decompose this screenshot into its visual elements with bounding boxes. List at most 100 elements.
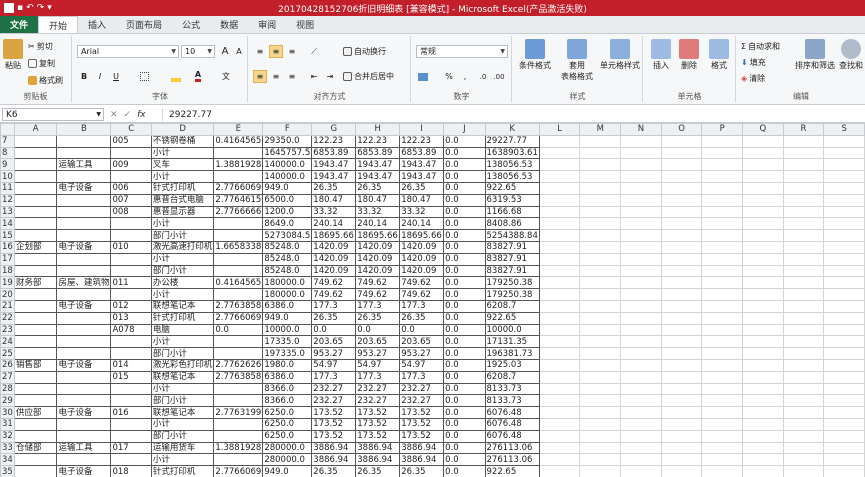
- column-header[interactable]: C: [110, 123, 152, 136]
- column-header[interactable]: E: [213, 123, 264, 136]
- cell[interactable]: 0.0: [443, 335, 486, 349]
- cell[interactable]: 011: [110, 276, 152, 290]
- column-header[interactable]: O: [660, 123, 703, 136]
- cell[interactable]: 26.35: [311, 465, 357, 477]
- cell[interactable]: [782, 394, 825, 408]
- tab-data[interactable]: 数据: [210, 16, 248, 33]
- cell[interactable]: [701, 252, 744, 266]
- row-header[interactable]: 32: [0, 429, 15, 443]
- cell[interactable]: [110, 146, 152, 160]
- cell[interactable]: [56, 429, 112, 443]
- cell[interactable]: 232.27: [355, 394, 401, 408]
- cell[interactable]: 33.32: [399, 205, 445, 219]
- cell[interactable]: 小计: [150, 382, 215, 396]
- cell[interactable]: 177.3: [311, 299, 357, 313]
- font-name-select[interactable]: Arial ▼: [77, 45, 179, 58]
- cell[interactable]: [782, 323, 825, 337]
- cell[interactable]: [701, 441, 744, 455]
- cell[interactable]: [823, 299, 865, 313]
- cell[interactable]: 部门小计: [150, 429, 215, 443]
- cell[interactable]: [742, 311, 784, 325]
- cell[interactable]: [823, 264, 865, 278]
- cell[interactable]: 179250.38: [484, 276, 540, 290]
- increase-decimal-button[interactable]: .0: [476, 70, 490, 83]
- cell[interactable]: [110, 264, 152, 278]
- row-header[interactable]: 28: [0, 382, 15, 396]
- cell[interactable]: [782, 205, 825, 219]
- save-icon[interactable]: ▪: [17, 3, 23, 13]
- cell[interactable]: [782, 299, 825, 313]
- cell[interactable]: [213, 417, 264, 431]
- cell[interactable]: 0.0: [311, 323, 357, 337]
- cell[interactable]: 6250.0: [262, 417, 313, 431]
- cell[interactable]: 0.0: [443, 276, 486, 290]
- insert-cells-button[interactable]: 插入: [648, 39, 674, 71]
- cell[interactable]: 232.27: [399, 394, 445, 408]
- cell[interactable]: 3886.94: [355, 453, 401, 467]
- cell[interactable]: 0.0: [443, 170, 486, 183]
- cell[interactable]: 017: [110, 441, 152, 455]
- cell[interactable]: [56, 335, 112, 349]
- cell[interactable]: [742, 323, 784, 337]
- cell[interactable]: [620, 429, 662, 443]
- cell[interactable]: [213, 264, 264, 278]
- cell[interactable]: 6076.48: [484, 406, 540, 419]
- tab-view[interactable]: 视图: [286, 16, 324, 33]
- cell[interactable]: 10000.0: [262, 323, 313, 337]
- cell[interactable]: [579, 229, 622, 242]
- cell[interactable]: 203.65: [355, 335, 401, 349]
- cell[interactable]: [13, 465, 58, 477]
- cell[interactable]: [782, 347, 825, 360]
- cell[interactable]: [620, 299, 662, 313]
- cell[interactable]: 0.0: [213, 323, 264, 337]
- cell[interactable]: 196381.73: [484, 347, 540, 360]
- cell[interactable]: 0.0: [443, 229, 486, 242]
- cell[interactable]: [660, 205, 703, 219]
- cell[interactable]: [701, 134, 744, 148]
- cell[interactable]: [701, 170, 744, 183]
- cell[interactable]: 2.7763858: [213, 299, 264, 313]
- cell[interactable]: 8366.0: [262, 382, 313, 396]
- cell[interactable]: [538, 146, 581, 160]
- cell[interactable]: 180000.0: [262, 276, 313, 290]
- cell[interactable]: [823, 335, 865, 349]
- cell[interactable]: [782, 382, 825, 396]
- cell[interactable]: [782, 264, 825, 278]
- cell[interactable]: [213, 217, 264, 231]
- cell[interactable]: [56, 146, 112, 160]
- cell[interactable]: [620, 217, 662, 231]
- cell[interactable]: 部门小计: [150, 264, 215, 278]
- cell[interactable]: [742, 170, 784, 183]
- cell[interactable]: 122.23: [399, 134, 445, 148]
- cell[interactable]: [782, 429, 825, 443]
- cell[interactable]: [660, 382, 703, 396]
- cell[interactable]: [823, 193, 865, 207]
- cell[interactable]: [701, 323, 744, 337]
- cell[interactable]: [660, 370, 703, 384]
- insert-function-button[interactable]: fx: [137, 110, 146, 120]
- cell[interactable]: 0.0: [443, 134, 486, 148]
- align-bottom-button[interactable]: ≡: [285, 45, 299, 58]
- cell[interactable]: [782, 288, 825, 301]
- cell[interactable]: 177.3: [399, 370, 445, 384]
- cell[interactable]: 26.35: [355, 181, 401, 195]
- align-left-button[interactable]: ≡: [253, 70, 267, 83]
- cell[interactable]: 3886.94: [399, 441, 445, 455]
- cell[interactable]: [579, 134, 622, 148]
- cell[interactable]: [56, 347, 112, 360]
- cell[interactable]: [538, 229, 581, 242]
- cell[interactable]: [538, 158, 581, 172]
- cell[interactable]: 1166.68: [484, 205, 540, 219]
- cell[interactable]: 0.0: [443, 453, 486, 467]
- cell[interactable]: [701, 429, 744, 443]
- column-header[interactable]: R: [782, 123, 825, 136]
- cell[interactable]: [660, 288, 703, 301]
- cell[interactable]: [660, 299, 703, 313]
- cell[interactable]: [660, 240, 703, 254]
- cell[interactable]: [620, 311, 662, 325]
- cell[interactable]: [13, 217, 58, 231]
- cell[interactable]: [742, 276, 784, 290]
- cell[interactable]: 6386.0: [262, 370, 313, 384]
- cell[interactable]: [701, 335, 744, 349]
- cell[interactable]: 6386.0: [262, 299, 313, 313]
